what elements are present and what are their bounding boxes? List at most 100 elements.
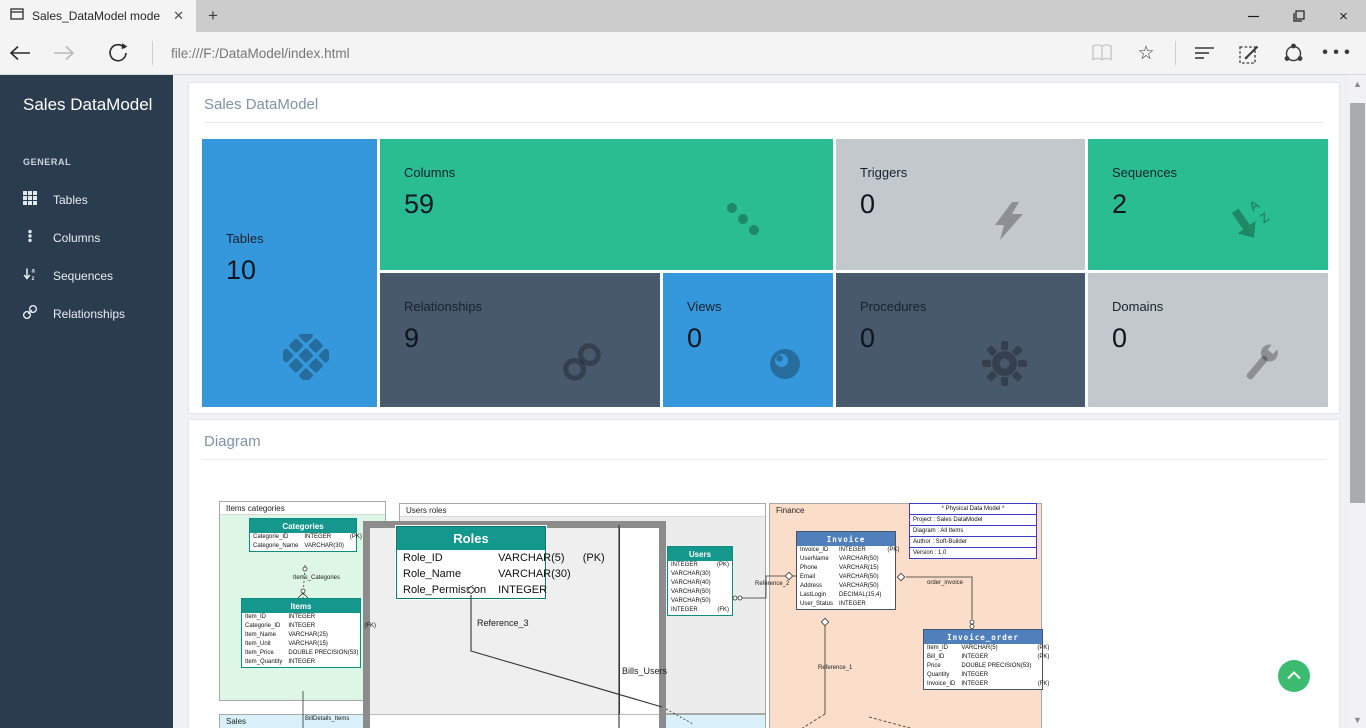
favorites-star-icon[interactable]: ☆ [1129,36,1163,70]
column-type: VARCHAR(50) [668,588,714,597]
svg-text:Z: Z [1257,209,1272,226]
info-row: Diagram : All Items [910,526,1036,537]
column-name: Bill_ID [924,653,958,662]
tables-grid-icon [23,191,37,210]
sidebar-item-label: Columns [53,231,100,245]
entity-table-users[interactable]: UsersINTEGER(PK)VARCHAR(30)VARCHAR(40)VA… [667,546,733,616]
column-key: (PK) [577,550,611,566]
forward-button[interactable] [44,34,84,72]
divider [204,122,1324,123]
entity-table-invoice[interactable]: InvoiceInvoice_IDINTEGER(PK)UserNameVARC… [796,531,896,610]
tile-procedures[interactable]: Procedures 0 [836,273,1085,407]
column-type: INTEGER [668,606,714,615]
column-type: VARCHAR(15) [836,564,884,573]
column-name: Invoice_ID [924,680,958,689]
reading-view-icon[interactable] [1085,36,1119,70]
hub-icon[interactable] [1188,36,1222,70]
address-bar[interactable]: file:///F:/DataModel/index.html [171,46,1085,61]
new-tab-button[interactable]: + [196,0,230,32]
svg-text:z: z [32,276,35,281]
column-type: DOUBLE PRECISION(53) [285,649,361,658]
column-key [884,564,902,573]
magnified-floor [370,714,659,728]
sidebar-item-columns[interactable]: Columns [0,219,173,257]
tile-value: 9 [404,323,660,354]
table-header: Roles [397,527,545,550]
column-type: INTEGER [958,680,1034,689]
column-name: Price [924,662,958,671]
browser-navbar: file:///F:/DataModel/index.html ☆ • • • [0,32,1366,75]
column-name: Item_ID [924,644,958,653]
back-button[interactable] [0,34,40,72]
group-label: Finance [776,506,804,515]
sidebar-item-tables[interactable]: Tables [0,181,173,219]
scrollbar-thumb[interactable] [1350,103,1365,503]
eye-icon [765,344,805,389]
tile-triggers[interactable]: Triggers0 [836,139,1085,270]
tile-value: 0 [860,323,1085,354]
column-type: VARCHAR(50) [836,582,884,591]
entity-table-categories[interactable]: CategoriesCategorie_IDINTEGER(PK)Categor… [249,518,357,552]
group-label: Sales [226,717,246,726]
lightning-icon [991,201,1027,246]
column-key: (PK) [347,533,365,542]
table-header: Invoice_order [924,630,1042,644]
column-type: INTEGER [492,582,577,598]
sidebar-section-label: GENERAL [0,157,173,167]
column-type: DECIMAL(15,4) [836,591,884,600]
sidebar-item-relationships[interactable]: Relationships [0,295,173,333]
column-key [361,631,379,640]
column-name: Categorie_Name [250,542,301,551]
column-name: Role_Name [397,566,492,582]
entity-table-invoice_order[interactable]: Invoice_orderItem_IDVARCHAR(5)(PK)Bill_I… [923,629,1043,690]
dots-diagonal-icon [723,199,763,244]
column-name: Role_Permission [397,582,492,598]
tab-title: Sales_DataModel mode [32,9,161,23]
column-type: INTEGER [285,613,361,622]
relationship-label-bills_users: Bills_Users [622,666,667,676]
tab-close-icon[interactable]: ✕ [169,8,188,24]
share-icon[interactable] [1276,36,1310,70]
column-type: INTEGER [668,561,714,570]
scrollbar-up-arrow[interactable]: ▲ [1349,75,1366,92]
column-key: (PK) [714,561,732,570]
settings-ellipsis-icon[interactable]: • • • [1320,36,1354,70]
scrollbar-down-arrow[interactable]: ▼ [1349,711,1366,728]
tile-views[interactable]: Views0 [663,273,833,407]
column-type: VARCHAR(50) [668,597,714,606]
info-row: * Physical Data Model * [910,504,1036,515]
tile-tables[interactable]: Tables10 [202,139,377,407]
column-key [361,649,379,658]
er-diagram[interactable]: Items categoriesUsers rolesFinanceSalesC… [219,501,1341,728]
column-key: (FK) [361,622,379,631]
column-type: VARCHAR(5) [492,550,577,566]
window-restore-button[interactable] [1276,0,1321,32]
browser-tab[interactable]: Sales_DataModel mode ✕ [0,0,196,32]
sidebar-item-sequences[interactable]: azSequences [0,257,173,295]
entity-table-items[interactable]: ItemsItem_IDINTEGERCategorie_IDINTEGER(F… [241,598,361,668]
tile-columns[interactable]: Columns59 [380,139,833,270]
tile-sequences[interactable]: Sequences2AZ [1088,139,1328,270]
browser-titlebar: Sales_DataModel mode ✕ + × [0,0,1366,32]
entity-table-roles[interactable]: RolesRole_IDVARCHAR(5)(PK)Role_NameVARCH… [396,526,546,599]
tile-label: Procedures [860,299,1085,314]
window-minimize-button[interactable] [1231,0,1276,32]
scroll-to-top-button[interactable] [1278,660,1310,692]
diagram-card: Diagram Items categoriesUsers rolesFinan… [188,419,1340,728]
column-name: Item_ID [242,613,285,622]
column-key: (FK) [1034,680,1052,689]
tile-relationships[interactable]: Relationships9 [380,273,660,407]
sidebar-item-label: Sequences [53,269,113,283]
column-type: INTEGER [301,533,347,542]
refresh-button[interactable] [98,34,138,72]
overview-card: Sales DataModel Tables10Columns59Trigger… [188,82,1340,414]
column-key [884,573,902,582]
page-scrollbar[interactable]: ▲ ▼ [1349,75,1366,728]
column-type: INTEGER [285,622,361,631]
tile-domains[interactable]: Domains0 [1088,273,1328,407]
web-note-icon[interactable] [1232,36,1266,70]
info-row: Version : 1.0 [910,548,1036,558]
tile-label: Sequences [1112,165,1328,180]
window-close-button[interactable]: × [1321,0,1366,32]
column-type: VARCHAR(50) [836,555,884,564]
